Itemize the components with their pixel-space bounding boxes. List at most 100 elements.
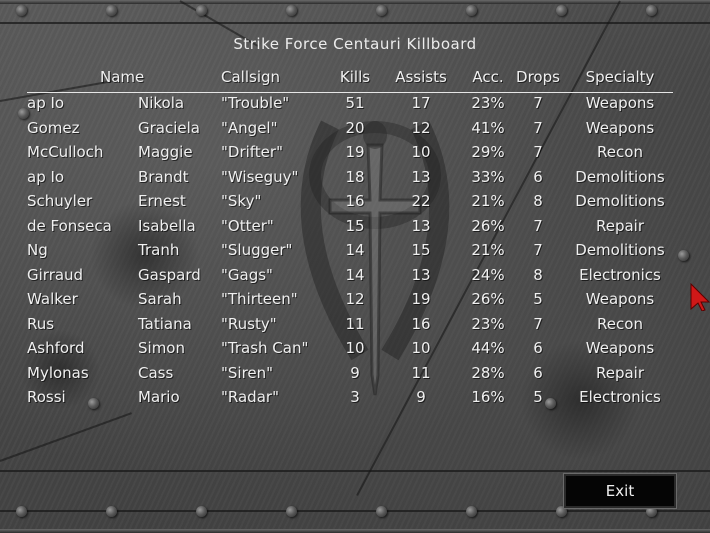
header-callsign: Callsign [221, 68, 281, 86]
pilot-assists: 15 [411, 241, 431, 259]
pilot-assists: 17 [411, 94, 431, 112]
header-specialty: Specialty [585, 68, 655, 86]
pilot-specialty: Electronics [579, 388, 661, 406]
pilot-first-name: Tatiana [138, 315, 192, 333]
rivet [196, 5, 207, 16]
pilot-drops: 7 [533, 119, 543, 137]
pilot-first-name: Isabella [138, 217, 196, 235]
pilot-drops: 7 [533, 217, 543, 235]
pilot-accuracy: 28% [471, 364, 505, 382]
pilot-kills: 9 [350, 364, 360, 382]
header-drops: Drops [516, 68, 560, 86]
pilot-assists: 19 [411, 290, 431, 308]
killboard-title: Strike Force Centauri Killboard [233, 35, 477, 53]
pilot-last-name: Ashford [27, 339, 85, 357]
pilot-drops: 6 [533, 364, 543, 382]
rivet [556, 5, 567, 16]
pilot-last-name: ap Io [27, 168, 65, 186]
pilot-kills: 14 [345, 266, 365, 284]
pilot-first-name: Nikola [138, 94, 185, 112]
rivet [678, 250, 689, 261]
pilot-kills: 15 [345, 217, 365, 235]
pilot-accuracy: 29% [471, 143, 505, 161]
pilot-accuracy: 26% [471, 217, 505, 235]
pilot-first-name: Sarah [138, 290, 182, 308]
bottom-plate-edge [0, 529, 710, 533]
pilot-last-name: Rus [27, 315, 55, 333]
pilot-kills: 16 [345, 192, 365, 210]
pilot-accuracy: 33% [471, 168, 505, 186]
pilot-accuracy: 23% [471, 315, 505, 333]
rivet [286, 5, 297, 16]
pilot-specialty: Electronics [579, 266, 661, 284]
rivet [466, 506, 477, 517]
rivet [196, 506, 207, 517]
pilot-last-name: de Fonseca [27, 217, 112, 235]
pilot-kills: 18 [345, 168, 365, 186]
pilot-accuracy: 21% [471, 241, 505, 259]
pilot-last-name: Schuyler [27, 192, 93, 210]
pilot-accuracy: 23% [471, 94, 505, 112]
sword-shield-emblem-icon [300, 120, 450, 396]
pilot-last-name: Mylonas [27, 364, 89, 382]
rivet [16, 5, 27, 16]
killboard-screen: Strike Force Centauri Killboard Name Cal… [0, 0, 710, 533]
pilot-assists: 10 [411, 143, 431, 161]
rivet [286, 506, 297, 517]
pilot-callsign: "Radar" [221, 388, 279, 406]
pilot-drops: 5 [533, 290, 543, 308]
pilot-callsign: "Siren" [221, 364, 274, 382]
pilot-drops: 7 [533, 241, 543, 259]
pilot-assists: 12 [411, 119, 431, 137]
pilot-accuracy: 21% [471, 192, 505, 210]
pilot-specialty: Weapons [585, 94, 655, 112]
pilot-kills: 3 [350, 388, 360, 406]
pilot-callsign: "Slugger" [221, 241, 293, 259]
rivet [376, 5, 387, 16]
pilot-first-name: Tranh [138, 241, 180, 259]
pilot-callsign: "Sky" [221, 192, 262, 210]
pilot-accuracy: 41% [471, 119, 505, 137]
pilot-last-name: ap Io [27, 94, 65, 112]
bottom-seam [0, 470, 710, 472]
pilot-specialty: Weapons [585, 290, 655, 308]
pilot-specialty: Repair [595, 217, 645, 235]
pilot-assists: 13 [411, 266, 431, 284]
pilot-specialty: Demolitions [575, 168, 665, 186]
exit-button[interactable]: Exit [564, 474, 676, 508]
rivet [106, 506, 117, 517]
pilot-first-name: Ernest [138, 192, 186, 210]
pilot-drops: 6 [533, 168, 543, 186]
top-plate-edge [0, 0, 710, 4]
header-underline [27, 92, 673, 93]
pilot-drops: 8 [533, 266, 543, 284]
rivet [545, 398, 556, 409]
rivet [646, 5, 657, 16]
pilot-kills: 10 [345, 339, 365, 357]
pilot-drops: 8 [533, 192, 543, 210]
rivet [376, 506, 387, 517]
pilot-last-name: Girraud [27, 266, 84, 284]
pilot-callsign: "Drifter" [221, 143, 283, 161]
pilot-callsign: "Thirteen" [221, 290, 298, 308]
pilot-first-name: Graciela [138, 119, 200, 137]
pilot-specialty: Demolitions [575, 241, 665, 259]
pilot-first-name: Cass [138, 364, 174, 382]
arrow-cursor-icon [690, 283, 710, 311]
pilot-drops: 7 [533, 315, 543, 333]
pilot-callsign: "Gags" [221, 266, 273, 284]
pilot-drops: 5 [533, 388, 543, 406]
rivet [88, 398, 99, 409]
pilot-last-name: Gomez [27, 119, 80, 137]
pilot-first-name: Maggie [138, 143, 193, 161]
pilot-specialty: Recon [597, 143, 643, 161]
pilot-last-name: Walker [27, 290, 78, 308]
rivet [106, 5, 117, 16]
pilot-assists: 13 [411, 168, 431, 186]
pilot-accuracy: 16% [471, 388, 505, 406]
pilot-callsign: "Trouble" [221, 94, 290, 112]
top-seam [0, 22, 710, 24]
rivet [16, 506, 27, 517]
pilot-drops: 6 [533, 339, 543, 357]
pilot-assists: 22 [411, 192, 431, 210]
